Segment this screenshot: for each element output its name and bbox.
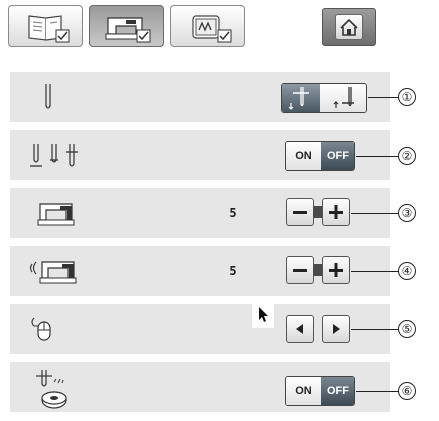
sound-plus-button[interactable] bbox=[322, 256, 350, 284]
plus-icon bbox=[329, 205, 343, 219]
light-level-value: 5 bbox=[229, 206, 237, 220]
on-label[interactable]: ON bbox=[286, 142, 321, 170]
left-arrow-icon bbox=[296, 324, 303, 334]
needle-sensor-on-off-toggle[interactable]: ON OFF bbox=[285, 141, 355, 171]
pointer-preview bbox=[252, 300, 274, 328]
minus-icon bbox=[293, 269, 307, 272]
off-label[interactable]: OFF bbox=[321, 377, 354, 405]
embroidery-settings-icon bbox=[192, 15, 232, 43]
right-arrow-icon bbox=[333, 324, 340, 334]
machine-sound-icon bbox=[29, 261, 77, 284]
callout-line bbox=[368, 97, 398, 98]
pointer-prev-button[interactable] bbox=[286, 315, 314, 343]
callout-4: ④ bbox=[398, 262, 416, 280]
tab-machine-settings[interactable] bbox=[89, 5, 164, 47]
machine-light-icon bbox=[37, 203, 75, 226]
tab-book-settings[interactable] bbox=[8, 5, 83, 47]
bobbin-sensor-icon bbox=[36, 370, 67, 409]
callout-2: ② bbox=[398, 147, 416, 165]
callout-1: ① bbox=[398, 88, 416, 106]
mouse-icon bbox=[31, 317, 51, 341]
callout-line bbox=[351, 213, 398, 214]
home-icon bbox=[340, 18, 358, 36]
book-settings-icon bbox=[28, 15, 70, 43]
needle-icon bbox=[45, 84, 51, 109]
needle-sensor-icon bbox=[30, 144, 78, 167]
callout-line bbox=[356, 391, 398, 392]
pointer-next-button[interactable] bbox=[322, 315, 350, 343]
callout-line bbox=[351, 329, 398, 330]
tab-embroidery-settings[interactable] bbox=[170, 5, 245, 47]
off-label[interactable]: OFF bbox=[321, 142, 354, 170]
callout-line bbox=[351, 271, 398, 272]
sound-minus-button[interactable] bbox=[286, 256, 314, 284]
needle-position-toggle[interactable] bbox=[281, 83, 367, 113]
callout-5: ⑤ bbox=[398, 320, 416, 338]
home-button[interactable] bbox=[322, 8, 376, 46]
pointer-arrow-icon bbox=[259, 307, 268, 322]
plus-icon bbox=[329, 263, 343, 277]
sound-level-value: 5 bbox=[229, 264, 237, 278]
sewing-machine-settings-icon bbox=[105, 17, 151, 43]
light-plus-button[interactable] bbox=[322, 198, 350, 226]
minus-icon bbox=[293, 211, 307, 214]
on-label[interactable]: ON bbox=[286, 377, 321, 405]
bobbin-sensor-on-off-toggle[interactable]: ON OFF bbox=[285, 376, 355, 406]
callout-line bbox=[356, 156, 398, 157]
light-minus-button[interactable] bbox=[286, 198, 314, 226]
callout-6: ⑥ bbox=[398, 382, 416, 400]
callout-3: ③ bbox=[398, 204, 416, 222]
